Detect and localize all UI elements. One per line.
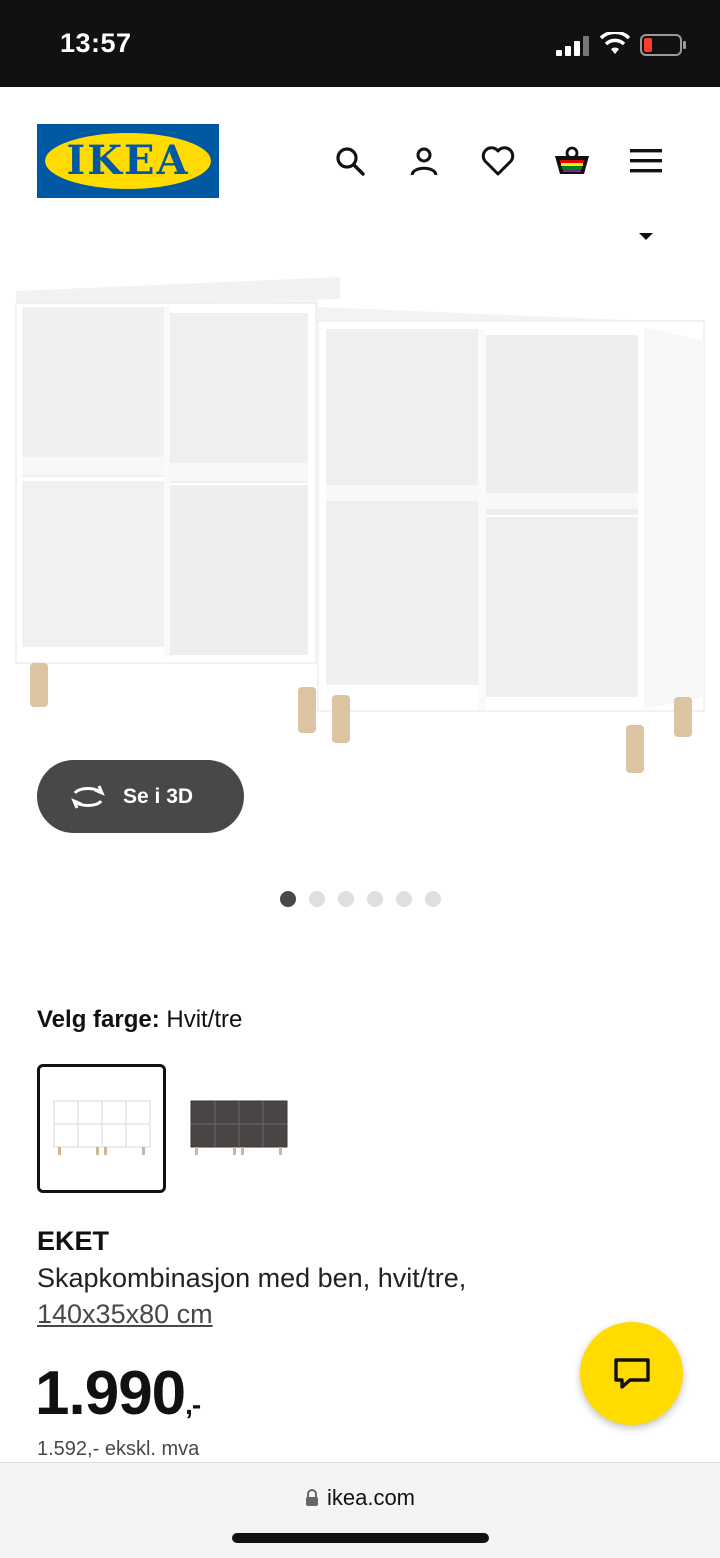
status-time: 13:57 bbox=[60, 28, 132, 58]
url-text: ikea.com bbox=[326, 1485, 416, 1510]
battery-icon bbox=[640, 34, 686, 56]
home-indicator[interactable] bbox=[232, 1533, 489, 1543]
color-label-title: Velg farge: bbox=[37, 1006, 160, 1033]
carousel-dot[interactable] bbox=[279, 891, 296, 907]
carousel-dot[interactable] bbox=[424, 891, 441, 907]
price-ex-vat: 1.592,- ekskl. mva bbox=[37, 1438, 200, 1460]
carousel-dot[interactable] bbox=[337, 891, 354, 907]
color-label: Velg farge: Hvit/tre bbox=[37, 1006, 242, 1034]
product-name: EKET bbox=[37, 1226, 110, 1256]
browser-bar: ikea.com bbox=[0, 1462, 720, 1558]
product-price: 1.990,- bbox=[35, 1358, 201, 1429]
wifi-icon bbox=[600, 32, 630, 54]
search-icon[interactable] bbox=[330, 141, 370, 181]
swatch-dark-grey[interactable] bbox=[174, 1064, 303, 1193]
heart-icon[interactable] bbox=[478, 141, 518, 181]
shelf-illustration bbox=[15, 277, 705, 773]
carousel-dot[interactable] bbox=[366, 891, 383, 907]
user-icon[interactable] bbox=[404, 141, 444, 181]
swatch-dark-grey-image bbox=[190, 1100, 287, 1155]
url-row[interactable]: ikea.com bbox=[0, 1485, 720, 1511]
carousel-dot[interactable] bbox=[395, 891, 412, 907]
chat-button[interactable] bbox=[580, 1322, 683, 1425]
chat-icon bbox=[613, 1357, 650, 1389]
logo-text: IKEA bbox=[66, 137, 190, 184]
price-value: 1.990 bbox=[35, 1359, 186, 1428]
ikea-logo[interactable]: IKEA bbox=[37, 124, 219, 198]
status-bar: 13:57 bbox=[0, 0, 720, 87]
view-3d-button[interactable]: Se i 3D bbox=[37, 760, 244, 833]
color-value: Hvit/tre bbox=[166, 1006, 243, 1033]
cart-icon[interactable] bbox=[552, 141, 592, 181]
product-size-link[interactable]: 140x35x80 cm bbox=[37, 1299, 213, 1330]
swatch-white[interactable] bbox=[37, 1064, 166, 1193]
view-3d-label: Se i 3D bbox=[123, 784, 194, 808]
price-suffix: ,- bbox=[185, 1389, 201, 1420]
caret-down-icon bbox=[639, 233, 653, 240]
product-image[interactable]: Se i 3D bbox=[0, 227, 720, 833]
carousel-dot[interactable] bbox=[308, 891, 325, 907]
lock-icon bbox=[305, 1489, 318, 1506]
signal-icon bbox=[556, 36, 589, 56]
menu-icon[interactable] bbox=[626, 141, 666, 181]
site-header: IKEA bbox=[0, 87, 720, 227]
logo-oval: IKEA bbox=[45, 133, 211, 189]
carousel-dots bbox=[0, 891, 720, 907]
swatch-white-image bbox=[53, 1100, 150, 1155]
rotate-3d-icon bbox=[71, 784, 105, 809]
product-description: Skapkombinasjon med ben, hvit/tre, bbox=[37, 1263, 467, 1293]
